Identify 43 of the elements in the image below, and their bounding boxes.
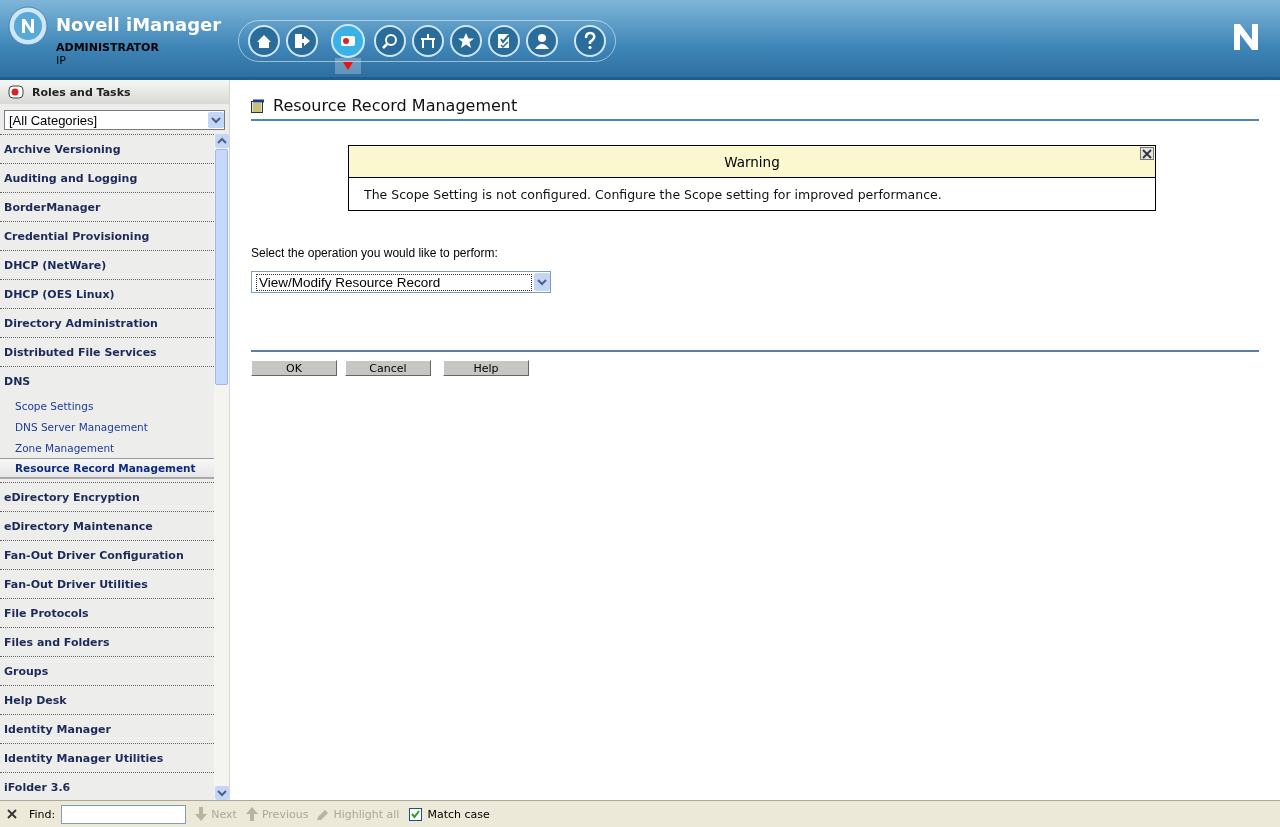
warning-title: Warning bbox=[724, 153, 780, 170]
pencil-icon bbox=[316, 807, 331, 821]
toolbar-favorites-button[interactable] bbox=[449, 24, 483, 58]
task-link[interactable]: Resource Record Management bbox=[0, 458, 214, 479]
ok-button[interactable]: OK bbox=[251, 360, 337, 376]
find-label: Find: bbox=[29, 807, 56, 821]
app-title: Novell iManager bbox=[56, 14, 223, 35]
operation-dropdown[interactable]: View/Modify Resource Record bbox=[251, 271, 551, 293]
operation-label: Select the operation you would like to perform: bbox=[251, 246, 499, 260]
close-button[interactable] bbox=[1140, 147, 1154, 160]
arrow-icon bbox=[194, 807, 209, 821]
scrollbar-thumb[interactable] bbox=[215, 149, 228, 385]
scroll-up-icon[interactable] bbox=[214, 134, 229, 148]
close-icon[interactable] bbox=[7, 809, 17, 819]
user-name: ADMINISTRATOR bbox=[56, 41, 160, 54]
novell-n-logo-icon bbox=[1234, 24, 1258, 50]
roles-icon bbox=[8, 85, 24, 99]
page-icon bbox=[251, 98, 265, 113]
toolbar-view-objects-button[interactable] bbox=[373, 24, 407, 58]
toolbar-home-button[interactable] bbox=[247, 24, 281, 58]
scroll-down-icon[interactable] bbox=[214, 786, 229, 800]
task-link[interactable]: Zone Management bbox=[0, 437, 214, 458]
task-link[interactable]: DNS Server Management bbox=[0, 416, 214, 437]
toolbar-configure-button[interactable] bbox=[411, 24, 445, 58]
toolbar-tasks-button[interactable] bbox=[487, 24, 521, 58]
page-title: Resource Record Management bbox=[273, 96, 518, 115]
help-button[interactable]: Help bbox=[443, 360, 529, 376]
novell-logo-icon bbox=[8, 6, 48, 46]
toolbar-user-button[interactable] bbox=[525, 24, 559, 58]
match-case-label: Match case bbox=[427, 807, 490, 821]
toolbar-roles-button[interactable] bbox=[331, 24, 365, 76]
toolbar-exit-button[interactable] bbox=[285, 24, 319, 58]
warning-message: The Scope Setting is not configured. Configure the Scope setting for improved performance. bbox=[363, 185, 943, 204]
server-name: IP bbox=[56, 54, 67, 67]
match-case-checkbox[interactable] bbox=[409, 807, 423, 821]
toolbar-help-button[interactable] bbox=[573, 24, 607, 58]
arrow-icon bbox=[244, 807, 259, 821]
find-field[interactable] bbox=[61, 804, 187, 824]
task-link[interactable]: Scope Settings bbox=[0, 395, 214, 416]
dropdown-arrow-icon bbox=[343, 62, 353, 70]
panel-title: Roles and Tasks bbox=[32, 85, 131, 99]
category-dropdown[interactable]: [All Categories] bbox=[4, 110, 225, 130]
cancel-button[interactable]: Cancel bbox=[345, 360, 431, 376]
